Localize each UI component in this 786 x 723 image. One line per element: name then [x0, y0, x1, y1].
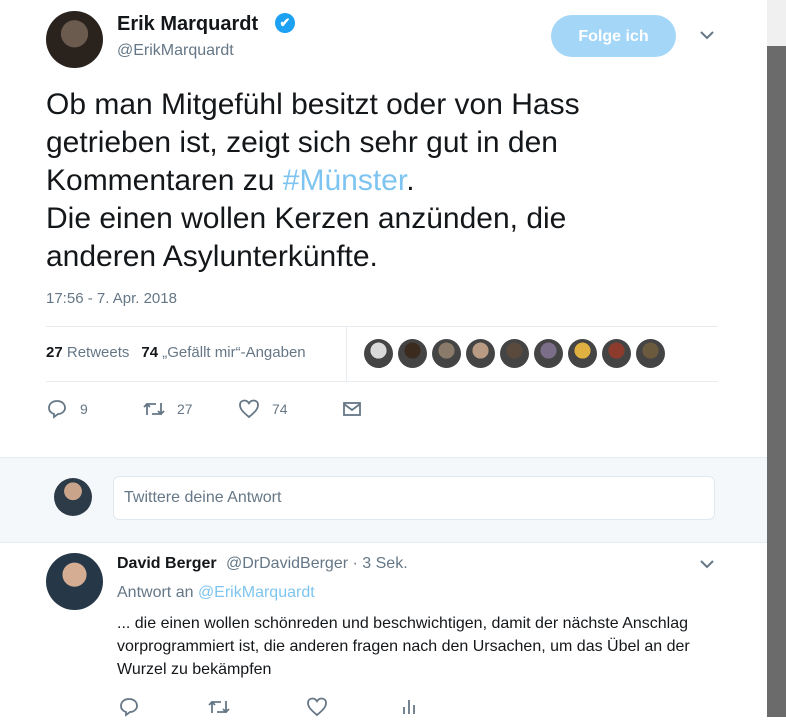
tweet-actions: 9 27 74 [46, 398, 363, 420]
retweet-action[interactable]: 27 [141, 398, 238, 420]
reply-count: 9 [80, 401, 88, 417]
liker-avatar[interactable] [466, 339, 495, 368]
liker-avatar[interactable] [432, 339, 461, 368]
tweet-text-line: anderen Asylunterkünfte. [46, 240, 378, 273]
tweet-text-line: Ob man Mitgefühl besitzt oder von Hass [46, 88, 580, 121]
likers-avatars [364, 339, 665, 368]
reply-to-label: Antwort an [117, 584, 198, 601]
follow-button[interactable]: Folge ich [551, 15, 676, 57]
liker-avatar[interactable] [534, 339, 563, 368]
tweet-text-line: getrieben ist, zeigt sich sehr gut in de… [46, 126, 558, 159]
reply-author-name[interactable]: David Berger [117, 555, 217, 573]
bar-chart-icon[interactable] [398, 696, 420, 723]
reply-action[interactable]: 9 [46, 398, 141, 420]
scrollbar-track[interactable] [767, 0, 786, 46]
scrollbar[interactable] [767, 0, 786, 717]
retweet-icon[interactable] [206, 696, 306, 723]
heart-icon[interactable] [238, 398, 260, 420]
like-action[interactable]: 74 [238, 398, 341, 420]
liker-avatar[interactable] [636, 339, 665, 368]
chevron-down-icon[interactable] [698, 555, 716, 578]
divider [346, 327, 347, 381]
author-handle[interactable]: @ErikMarquardt [117, 42, 234, 60]
like-stat[interactable]: 74 „Gefällt mir“-Angaben [141, 344, 305, 361]
retweet-count: 27 [177, 401, 193, 417]
tweet-text-line: Die einen wollen Kerzen anzünden, die [46, 202, 567, 235]
retweet-stat[interactable]: 27 Retweets [46, 344, 129, 361]
tweet-stats: 27 Retweets 74 „Gefällt mir“-Angaben [46, 344, 306, 361]
liker-avatar[interactable] [364, 339, 393, 368]
reply-to: Antwort an @ErikMarquardt [117, 584, 315, 602]
author-name[interactable]: Erik Marquardt [117, 13, 258, 36]
tweet-text-segment: . [406, 164, 415, 197]
liker-avatar[interactable] [500, 339, 529, 368]
hashtag-link[interactable]: #Münster [283, 164, 406, 197]
reply-icon[interactable] [46, 398, 68, 420]
tweet-page: Erik Marquardt ✔ @ErikMarquardt Folge ic… [0, 0, 767, 717]
tweet-timestamp[interactable]: 17:56 - 7. Apr. 2018 [46, 290, 177, 307]
reply-input[interactable]: Twittere deine Antwort [113, 476, 715, 520]
user-avatar[interactable] [54, 478, 92, 516]
reply-actions [118, 696, 420, 723]
liker-avatar[interactable] [602, 339, 631, 368]
reply-author-avatar[interactable] [46, 553, 103, 610]
like-count: 74 [272, 401, 288, 417]
tweet-text: Ob man Mitgefühl besitzt oder von Hass g… [46, 86, 686, 276]
liker-avatar[interactable] [398, 339, 427, 368]
divider [46, 326, 718, 327]
tweet-text-line: Kommentaren zu #Münster. [46, 162, 686, 200]
reply-icon[interactable] [118, 696, 206, 723]
mention-link[interactable]: @ErikMarquardt [198, 584, 315, 601]
chevron-down-icon[interactable] [698, 26, 716, 49]
divider [46, 381, 718, 382]
heart-icon[interactable] [306, 696, 398, 723]
direct-message-action[interactable] [341, 398, 363, 420]
reply-author-meta[interactable]: @DrDavidBerger · 3 Sek. [226, 555, 408, 573]
retweet-icon[interactable] [141, 398, 167, 420]
liker-avatar[interactable] [568, 339, 597, 368]
envelope-icon[interactable] [341, 398, 363, 420]
verified-icon: ✔ [275, 13, 295, 33]
author-avatar[interactable] [46, 11, 103, 68]
tweet-text-segment: Kommentaren zu [46, 164, 283, 197]
reply-text: ... die einen wollen schönreden und besc… [117, 615, 690, 678]
